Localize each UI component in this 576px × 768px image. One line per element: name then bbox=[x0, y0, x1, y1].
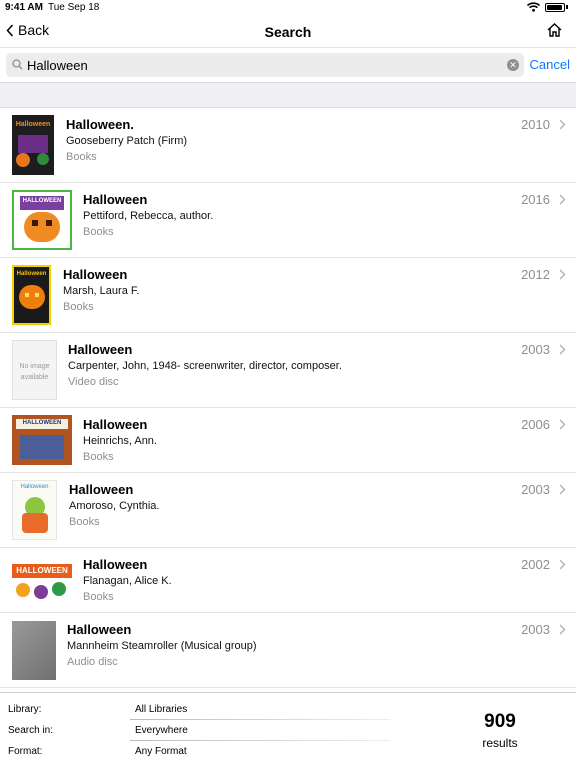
library-value[interactable]: All Libraries bbox=[135, 704, 187, 715]
result-title: Halloween bbox=[67, 622, 132, 637]
result-title: Halloween bbox=[68, 342, 133, 357]
result-year: 2003 bbox=[521, 622, 550, 637]
search-field[interactable]: ✕ bbox=[6, 53, 524, 77]
result-year: 2010 bbox=[521, 117, 550, 132]
result-row[interactable]: HALLOWEEN Halloween Heinrichs, Ann. Book… bbox=[0, 408, 576, 473]
chevron-right-icon bbox=[559, 269, 566, 280]
search-input[interactable] bbox=[27, 55, 497, 75]
result-row[interactable]: Halloween Halloween Amoroso, Cynthia. Bo… bbox=[0, 473, 576, 548]
search-icon bbox=[12, 59, 23, 70]
result-author: Mannheim Steamroller (Musical group) bbox=[67, 640, 257, 652]
book-cover: HALLOWEEN bbox=[12, 555, 72, 605]
result-author: Flanagan, Alice K. bbox=[83, 575, 172, 587]
book-cover: Halloween bbox=[12, 115, 54, 175]
chevron-right-icon bbox=[559, 624, 566, 635]
home-icon bbox=[547, 23, 562, 37]
search-in-label: Search in: bbox=[8, 725, 54, 736]
result-title: Halloween bbox=[83, 557, 148, 572]
clear-search-icon[interactable]: ✕ bbox=[507, 59, 519, 71]
library-label: Library: bbox=[8, 704, 42, 715]
result-year: 2012 bbox=[521, 267, 550, 282]
result-title: Halloween bbox=[83, 192, 148, 207]
home-button[interactable] bbox=[547, 23, 562, 42]
result-author: Carpenter, John, 1948- screenwriter, dir… bbox=[68, 360, 342, 372]
book-cover: HALLOWEEN bbox=[12, 415, 72, 465]
result-format: Video disc bbox=[68, 376, 119, 388]
result-format: Books bbox=[63, 301, 94, 313]
result-author: Gooseberry Patch (Firm) bbox=[66, 135, 188, 147]
chevron-right-icon bbox=[559, 559, 566, 570]
result-format: Books bbox=[69, 516, 100, 528]
status-bar: 9:41 AM Tue Sep 18 bbox=[0, 0, 576, 16]
chevron-right-icon bbox=[559, 119, 566, 130]
no-image-placeholder: No image available bbox=[12, 340, 57, 400]
chevron-right-icon bbox=[559, 419, 566, 430]
result-title: Halloween bbox=[83, 417, 148, 432]
cancel-button[interactable]: Cancel bbox=[530, 57, 570, 72]
result-format: Audio disc bbox=[67, 656, 118, 668]
result-row[interactable]: No image available Halloween Carpenter, … bbox=[0, 333, 576, 408]
search-filters-footer: Library: All Libraries Search in: Everyw… bbox=[0, 692, 576, 768]
battery-nub bbox=[566, 5, 568, 9]
result-title: Halloween. bbox=[66, 117, 134, 132]
result-year: 2003 bbox=[521, 482, 550, 497]
result-row[interactable]: HALLOWEEN Halloween Flanagan, Alice K. B… bbox=[0, 548, 576, 613]
cover-text: HALLOWEEN bbox=[22, 198, 62, 204]
result-count: 909 bbox=[484, 711, 516, 732]
result-year: 2002 bbox=[521, 557, 550, 572]
status-date: Tue Sep 18 bbox=[48, 2, 100, 13]
format-label: Format: bbox=[8, 746, 43, 757]
cover-text: No image available bbox=[19, 363, 50, 381]
chevron-right-icon bbox=[559, 344, 566, 355]
result-row[interactable]: Halloween Mannheim Steamroller (Musical … bbox=[0, 613, 576, 688]
section-separator bbox=[0, 82, 576, 108]
search-bar: ✕ Cancel bbox=[0, 49, 576, 81]
search-in-value[interactable]: Everywhere bbox=[135, 725, 188, 736]
navigation-bar: Back Search bbox=[0, 16, 576, 48]
result-count-label: results bbox=[482, 736, 518, 750]
book-cover: HALLOWEEN bbox=[12, 190, 72, 250]
battery-icon bbox=[545, 2, 565, 12]
result-author: Heinrichs, Ann. bbox=[83, 435, 157, 447]
book-cover: Halloween bbox=[12, 265, 51, 325]
result-row[interactable]: Halloween Halloween Marsh, Laura F. Book… bbox=[0, 258, 576, 333]
result-row[interactable]: HALLOWEEN Halloween Pettiford, Rebecca, … bbox=[0, 183, 576, 258]
chevron-right-icon bbox=[559, 484, 566, 495]
results-list: Halloween Halloween. Gooseberry Patch (F… bbox=[0, 108, 576, 688]
cover-text: Halloween bbox=[16, 271, 47, 277]
result-format: Books bbox=[83, 591, 114, 603]
result-title: Halloween bbox=[69, 482, 134, 497]
result-author: Pettiford, Rebecca, author. bbox=[83, 210, 214, 222]
divider bbox=[130, 719, 390, 720]
cover-text: Halloween bbox=[20, 484, 49, 490]
result-author: Amoroso, Cynthia. bbox=[69, 500, 160, 512]
status-time: 9:41 AM bbox=[5, 2, 43, 13]
book-cover: Halloween bbox=[12, 480, 57, 540]
result-row[interactable]: Halloween Halloween. Gooseberry Patch (F… bbox=[0, 108, 576, 183]
result-format: Books bbox=[83, 451, 114, 463]
result-author: Marsh, Laura F. bbox=[63, 285, 140, 297]
cover-text: Halloween bbox=[15, 121, 51, 128]
result-year: 2006 bbox=[521, 417, 550, 432]
chevron-right-icon bbox=[559, 194, 566, 205]
result-format: Books bbox=[83, 226, 114, 238]
wifi-icon bbox=[527, 2, 540, 12]
divider bbox=[130, 740, 390, 741]
result-title: Halloween bbox=[63, 267, 128, 282]
result-format: Books bbox=[66, 151, 97, 163]
format-value[interactable]: Any Format bbox=[135, 746, 187, 757]
result-year: 2016 bbox=[521, 192, 550, 207]
cover-text: HALLOWEEN bbox=[22, 420, 62, 426]
cover-text: HALLOWEEN bbox=[16, 566, 68, 575]
result-year: 2003 bbox=[521, 342, 550, 357]
status-icons bbox=[527, 2, 568, 12]
album-cover bbox=[12, 621, 56, 680]
page-title: Search bbox=[264, 24, 312, 40]
